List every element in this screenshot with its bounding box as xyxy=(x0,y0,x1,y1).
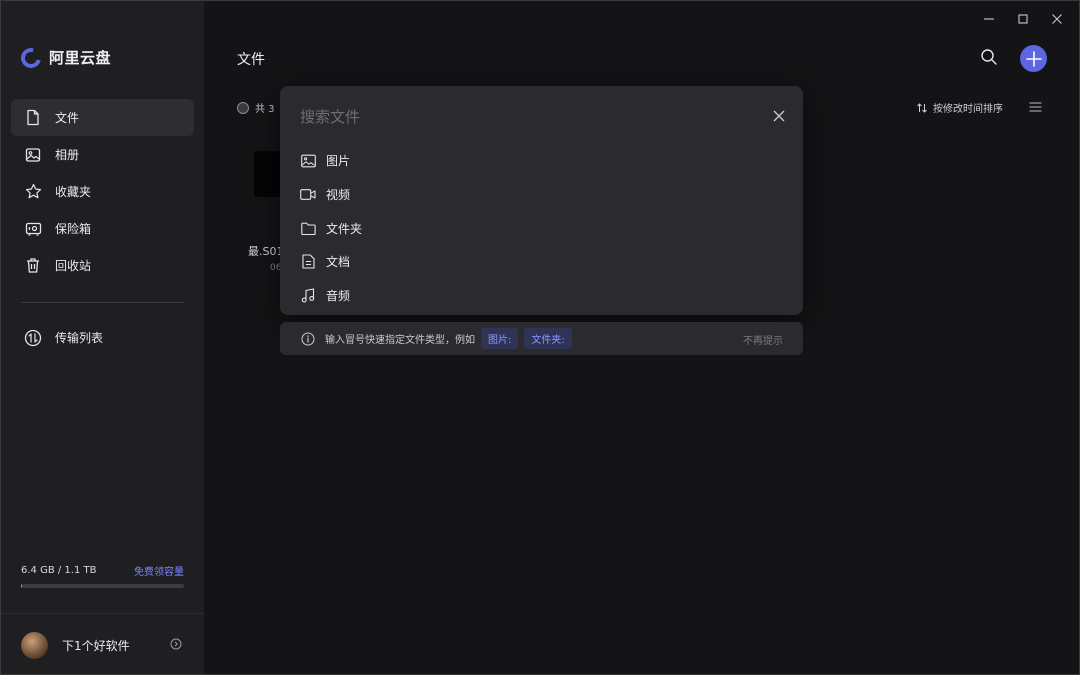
sidebar-divider xyxy=(21,302,184,303)
list-view-icon[interactable] xyxy=(1029,101,1042,116)
search-category-audio[interactable]: 音频 xyxy=(300,279,362,313)
storage-progress-fill xyxy=(21,584,22,588)
image-icon xyxy=(300,153,316,169)
search-hint-bar: 输入冒号快速指定文件类型，例如 图片: 文件夹: 不再提示 xyxy=(280,322,803,355)
storage-progress-bar xyxy=(21,584,184,588)
hint-chip-folder[interactable]: 文件夹: xyxy=(524,328,572,349)
free-capacity-link[interactable]: 免费领容量 xyxy=(134,563,184,578)
avatar[interactable] xyxy=(21,631,48,659)
star-icon xyxy=(24,183,42,201)
search-icon[interactable] xyxy=(980,48,998,69)
sidebar-item-trash[interactable]: 回收站 xyxy=(11,247,194,284)
sidebar-item-transfer[interactable]: 传输列表 xyxy=(11,319,194,356)
file-icon xyxy=(24,109,42,127)
info-icon xyxy=(301,332,315,346)
sort-icon xyxy=(917,102,927,113)
sidebar-item-safe[interactable]: 保险箱 xyxy=(11,210,194,247)
user-profile[interactable]: 下1个好软件 xyxy=(1,613,204,674)
safe-icon xyxy=(24,220,42,238)
add-button[interactable] xyxy=(1020,45,1047,72)
file-count-label: 共 3 xyxy=(255,104,275,115)
video-icon xyxy=(300,187,316,203)
search-category-folder[interactable]: 文件夹 xyxy=(300,211,362,245)
sidebar-item-label: 传输列表 xyxy=(55,331,104,345)
document-icon xyxy=(300,254,316,270)
search-category-image[interactable]: 图片 xyxy=(300,144,362,178)
search-input[interactable] xyxy=(300,108,720,126)
sidebar-item-favorites[interactable]: 收藏夹 xyxy=(11,173,194,210)
user-name: 下1个好软件 xyxy=(62,638,130,653)
search-popup: 图片 视频 文件夹 文档 xyxy=(280,86,803,315)
sidebar-item-label: 保险箱 xyxy=(55,222,92,236)
search-category-list: 图片 视频 文件夹 文档 音频 xyxy=(300,144,362,312)
logo-mark-icon xyxy=(17,43,45,72)
app-name: 阿里云盘 xyxy=(49,49,112,67)
music-icon xyxy=(300,288,316,304)
transfer-section: 传输列表 xyxy=(11,319,194,356)
select-all-radio[interactable] xyxy=(237,101,249,114)
sidebar-item-label: 回收站 xyxy=(55,259,92,273)
page-title: 文件 xyxy=(237,52,265,68)
window-controls xyxy=(983,13,1063,25)
search-category-label: 文档 xyxy=(326,255,351,270)
app-window: 阿里云盘 文件 相册 收藏夹 保险箱 回收站 传输列表 6.4 GB / 1.1… xyxy=(0,0,1080,675)
select-all[interactable]: 共 3 xyxy=(237,100,275,115)
storage-panel: 6.4 GB / 1.1 TB 免费领容量 xyxy=(21,563,184,588)
sidebar-nav: 文件 相册 收藏夹 保险箱 回收站 xyxy=(11,99,194,284)
sidebar: 阿里云盘 文件 相册 收藏夹 保险箱 回收站 传输列表 6.4 GB / 1.1… xyxy=(1,1,204,674)
sidebar-item-label: 相册 xyxy=(55,148,80,162)
file-name[interactable]: 最.S01 xyxy=(248,243,283,259)
plus-icon xyxy=(1025,50,1042,67)
search-category-video[interactable]: 视频 xyxy=(300,178,362,212)
close-icon[interactable] xyxy=(773,110,785,125)
search-category-label: 视频 xyxy=(326,188,351,203)
search-category-label: 文件夹 xyxy=(326,221,363,236)
window-close-icon[interactable] xyxy=(1051,13,1063,25)
search-category-label: 图片 xyxy=(326,154,351,169)
hint-chip-image[interactable]: 图片: xyxy=(481,328,519,349)
search-category-label: 音频 xyxy=(326,289,351,304)
sidebar-item-label: 文件 xyxy=(55,111,80,125)
sidebar-item-album[interactable]: 相册 xyxy=(11,136,194,173)
dismiss-hint-link[interactable]: 不再提示 xyxy=(743,332,783,347)
search-hint-text: 输入冒号快速指定文件类型，例如 xyxy=(325,335,475,346)
maximize-icon[interactable] xyxy=(1017,13,1029,25)
chevron-right-circle-icon[interactable] xyxy=(170,638,182,653)
minimize-icon[interactable] xyxy=(983,13,995,25)
app-logo: 阿里云盘 xyxy=(17,43,112,72)
sort-control[interactable]: 按修改时间排序 xyxy=(916,100,1003,115)
sidebar-item-files[interactable]: 文件 xyxy=(11,99,194,136)
storage-usage-text: 6.4 GB / 1.1 TB xyxy=(21,565,97,576)
folder-icon xyxy=(300,220,316,236)
sort-label: 按修改时间排序 xyxy=(933,104,1003,115)
trash-icon xyxy=(24,257,42,275)
photo-album-icon xyxy=(24,146,42,164)
transfer-icon xyxy=(24,329,42,347)
sidebar-item-label: 收藏夹 xyxy=(55,185,92,199)
search-category-document[interactable]: 文档 xyxy=(300,245,362,279)
